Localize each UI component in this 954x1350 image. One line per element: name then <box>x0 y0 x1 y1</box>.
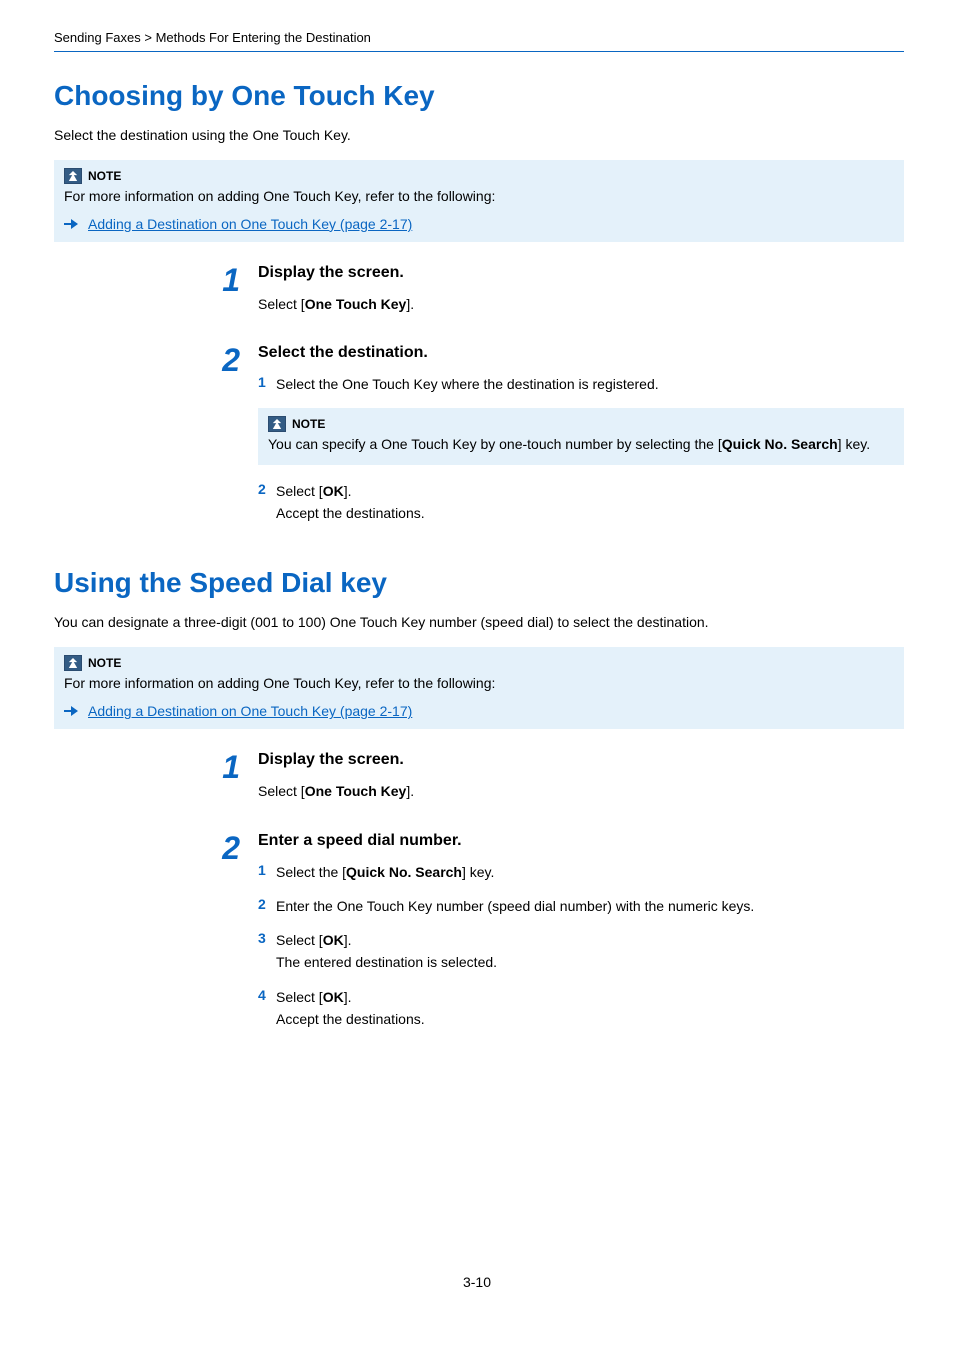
txt: Select [ <box>258 296 305 312</box>
sub-text: Enter the One Touch Key number (speed di… <box>276 896 904 916</box>
sub-text-secondary: Accept the destinations. <box>276 1009 904 1029</box>
step-block-s2-2: 2 Enter a speed dial number. 1 Select th… <box>218 832 904 1044</box>
txt: Select [ <box>276 932 323 948</box>
txt: ]. <box>406 783 414 799</box>
intro-text-s2: You can designate a three-digit (001 to … <box>54 613 904 633</box>
sub-text: Select [OK]. <box>276 930 904 950</box>
sub-text-secondary: Accept the destinations. <box>276 503 904 523</box>
txt: Select [ <box>276 483 323 499</box>
step-title-display-screen: Display the screen. <box>258 264 904 282</box>
txt-bold: OK <box>323 932 344 948</box>
txt-bold: OK <box>323 483 344 499</box>
txt-bold: One Touch Key <box>305 296 407 312</box>
note-label: NOTE <box>88 169 121 183</box>
note-icon <box>268 416 286 432</box>
link-row-s2: Adding a Destination on One Touch Key (p… <box>64 703 894 719</box>
note-icon <box>64 655 82 671</box>
step-block-s1-1: 1 Display the screen. Select [One Touch … <box>218 264 904 326</box>
step-title-display-screen: Display the screen. <box>258 751 904 769</box>
sub-item: 2 Select [OK]. Accept the destinations. <box>258 481 904 524</box>
txt: Select [ <box>276 989 323 1005</box>
note-text-s2: For more information on adding One Touch… <box>64 673 894 693</box>
sub-text: Select the [Quick No. Search] key. <box>276 862 904 882</box>
txt: Select [ <box>258 783 305 799</box>
sub-item: 4 Select [OK]. Accept the destinations. <box>258 987 904 1030</box>
inner-note-text: You can specify a One Touch Key by one-t… <box>268 434 894 454</box>
sub-text: Select [OK]. <box>276 481 904 501</box>
step-title-enter-speed-dial: Enter a speed dial number. <box>258 832 904 850</box>
heading-choosing-one-touch-key: Choosing by One Touch Key <box>54 80 904 112</box>
arrow-right-icon <box>64 218 78 230</box>
note-text-s1: For more information on adding One Touch… <box>64 186 894 206</box>
sub-item: 2 Enter the One Touch Key number (speed … <box>258 896 904 916</box>
sub-item: 1 Select the One Touch Key where the des… <box>258 374 904 394</box>
breadcrumb-sep: > <box>144 30 152 45</box>
header-divider <box>54 51 904 52</box>
txt-bold: One Touch Key <box>305 783 407 799</box>
sub-num-1: 1 <box>258 374 276 390</box>
breadcrumb-page: Methods For Entering the Destination <box>156 30 371 45</box>
link-adding-destination-s1[interactable]: Adding a Destination on One Touch Key (p… <box>88 216 412 232</box>
sub-text: Select the One Touch Key where the desti… <box>276 374 904 394</box>
note-icon <box>64 168 82 184</box>
txt-bold: Quick No. Search <box>722 436 838 452</box>
txt-bold: OK <box>323 989 344 1005</box>
note-box-s2: NOTE For more information on adding One … <box>54 647 904 729</box>
txt: You can specify a One Touch Key by one-t… <box>268 436 722 452</box>
sub-num-1: 1 <box>258 862 276 878</box>
step-block-s1-2: 2 Select the destination. 1 Select the O… <box>218 344 904 537</box>
note-header: NOTE <box>64 655 894 671</box>
step-number-1: 1 <box>222 262 240 298</box>
txt: Select the [ <box>276 864 346 880</box>
intro-text-s1: Select the destination using the One Tou… <box>54 126 904 146</box>
breadcrumb-section: Sending Faxes <box>54 30 141 45</box>
txt: ]. <box>344 483 352 499</box>
txt: ] key. <box>462 864 494 880</box>
note-label: NOTE <box>292 417 325 431</box>
sub-list: 1 Select the [Quick No. Search] key. 2 E… <box>258 862 904 1030</box>
arrow-right-icon <box>64 705 78 717</box>
sub-item: 1 Select the [Quick No. Search] key. <box>258 862 904 882</box>
txt-bold: Quick No. Search <box>346 864 462 880</box>
sub-num-2: 2 <box>258 896 276 912</box>
link-row-s1: Adding a Destination on One Touch Key (p… <box>64 216 894 232</box>
breadcrumb: Sending Faxes > Methods For Entering the… <box>54 30 904 45</box>
sub-text-secondary: The entered destination is selected. <box>276 952 904 972</box>
note-box-s1: NOTE For more information on adding One … <box>54 160 904 242</box>
txt: ]. <box>344 932 352 948</box>
sub-list: 2 Select [OK]. Accept the destinations. <box>258 481 904 524</box>
heading-using-speed-dial-key: Using the Speed Dial key <box>54 567 904 599</box>
step-number-2: 2 <box>222 830 240 866</box>
sub-item: 3 Select [OK]. The entered destination i… <box>258 930 904 973</box>
step-title-select-destination: Select the destination. <box>258 344 904 362</box>
txt: ] key. <box>838 436 870 452</box>
step-text: Select [One Touch Key]. <box>258 781 904 801</box>
sub-num-4: 4 <box>258 987 276 1003</box>
txt: ]. <box>406 296 414 312</box>
step-number-1: 1 <box>222 749 240 785</box>
sub-num-2: 2 <box>258 481 276 497</box>
sub-num-3: 3 <box>258 930 276 946</box>
txt: ]. <box>344 989 352 1005</box>
note-header: NOTE <box>64 168 894 184</box>
step-block-s2-1: 1 Display the screen. Select [One Touch … <box>218 751 904 813</box>
inner-note-s1: NOTE You can specify a One Touch Key by … <box>258 408 904 464</box>
page-number: 3-10 <box>0 1274 954 1290</box>
link-adding-destination-s2[interactable]: Adding a Destination on One Touch Key (p… <box>88 703 412 719</box>
note-label: NOTE <box>88 656 121 670</box>
note-header: NOTE <box>268 416 894 432</box>
sub-list: 1 Select the One Touch Key where the des… <box>258 374 904 394</box>
sub-text: Select [OK]. <box>276 987 904 1007</box>
step-text: Select [One Touch Key]. <box>258 294 904 314</box>
step-number-2: 2 <box>222 342 240 378</box>
